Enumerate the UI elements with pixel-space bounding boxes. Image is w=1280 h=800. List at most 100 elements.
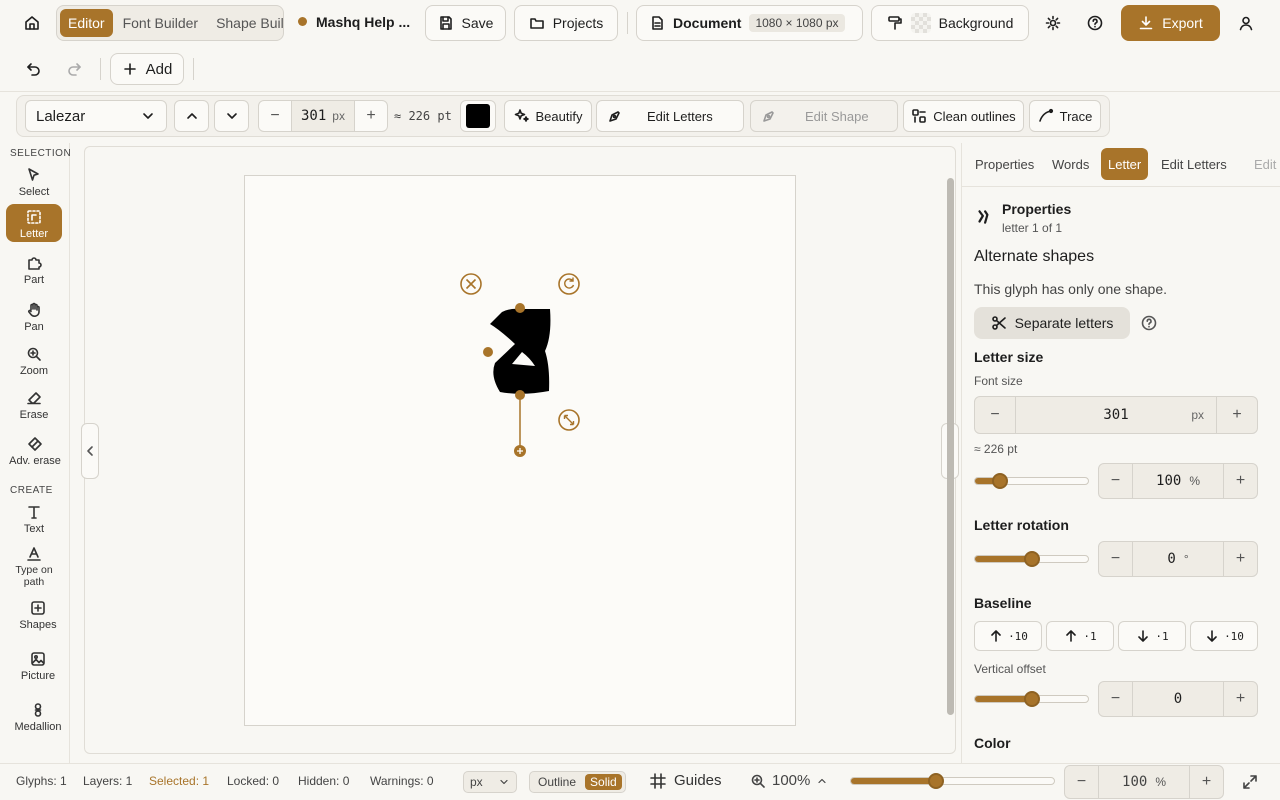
delete-handle-icon[interactable] (460, 273, 482, 295)
next-font-button[interactable] (214, 100, 249, 132)
zoom-field[interactable]: 100 % (1098, 766, 1190, 798)
export-button[interactable]: Export (1121, 5, 1220, 41)
scale-handle-icon[interactable] (558, 409, 580, 431)
tab-divider (962, 186, 1280, 187)
zoom-slider-knob[interactable] (928, 773, 945, 789)
scale-slider[interactable] (974, 473, 1089, 489)
decrease-scale-button[interactable]: − (1099, 464, 1132, 498)
increase-font-size-button[interactable]: + (1217, 397, 1257, 433)
tool-medallion[interactable]: Medallion (10, 702, 66, 733)
edit-shape-button[interactable]: Edit Shape (750, 100, 898, 132)
increase-offset-button[interactable]: + (1224, 682, 1257, 716)
hand-icon (26, 302, 42, 318)
background-button[interactable]: Background (871, 5, 1029, 41)
top-handle[interactable] (515, 303, 525, 313)
font-size-label: Font size (974, 374, 1023, 388)
vertical-offset-slider-knob[interactable] (1023, 691, 1040, 707)
tool-picture[interactable]: Picture (10, 651, 66, 682)
decrease-size-button[interactable]: − (259, 107, 291, 125)
tool-letter[interactable]: Letter (6, 204, 62, 242)
vertical-offset-slider[interactable] (974, 691, 1089, 707)
left-handle[interactable] (483, 347, 493, 357)
vertical-offset-field[interactable]: 0 (1132, 682, 1224, 716)
tab-edit-letters[interactable]: Edit Letters (1154, 148, 1234, 180)
baseline-down-1-button[interactable]: ·1 (1118, 621, 1186, 651)
tab-editor[interactable]: Editor (60, 9, 113, 37)
document-size: 1080 × 1080 px (749, 14, 845, 32)
selected-count: Selected: 1 (149, 774, 210, 788)
scale-slider-knob[interactable] (991, 473, 1008, 489)
rotate-handle-icon[interactable] (558, 273, 580, 295)
baseline-move-handle[interactable] (514, 445, 526, 457)
font-size-field[interactable]: 301 px (291, 101, 355, 131)
tab-letter[interactable]: Letter (1101, 148, 1149, 180)
letter-glyph[interactable] (490, 308, 551, 394)
document-button[interactable]: Document 1080 × 1080 px (636, 5, 863, 41)
increase-scale-button[interactable]: + (1224, 464, 1257, 498)
home-button[interactable] (16, 7, 48, 39)
zoom-menu[interactable]: 100% (750, 772, 828, 789)
undo-button[interactable] (18, 53, 50, 85)
guides-button[interactable]: Guides (650, 772, 722, 789)
solid-mode-button[interactable]: Solid (585, 774, 622, 790)
tool-erase[interactable]: Erase (6, 390, 62, 421)
tool-pan[interactable]: Pan (6, 302, 62, 333)
increase-size-button[interactable]: + (355, 107, 387, 125)
account-button[interactable] (1230, 7, 1262, 39)
type-path-icon (26, 546, 42, 562)
vertical-offset-label: Vertical offset (974, 662, 1046, 676)
collapse-left-button[interactable] (81, 423, 99, 479)
tab-words[interactable]: Words (1045, 148, 1096, 180)
project-name[interactable]: Mashq Help ... (316, 14, 410, 30)
increase-rotation-button[interactable]: + (1224, 542, 1257, 576)
settings-button[interactable] (1037, 7, 1069, 39)
font-select[interactable]: Lalezar (25, 100, 167, 132)
tool-adv-erase[interactable]: Adv. erase (4, 436, 66, 467)
decrease-rotation-button[interactable]: − (1099, 542, 1132, 576)
rotation-slider[interactable] (974, 551, 1089, 567)
add-button[interactable]: Add (110, 53, 184, 85)
trace-button[interactable]: Trace (1029, 100, 1101, 132)
tool-shapes[interactable]: Shapes (10, 600, 66, 631)
zoom-out-button[interactable]: − (1065, 766, 1098, 798)
redo-button[interactable] (58, 53, 90, 85)
save-button[interactable]: Save (425, 5, 506, 41)
rotation-slider-knob[interactable] (1023, 551, 1040, 567)
rotation-field[interactable]: 0 ° (1132, 542, 1224, 576)
font-size-field[interactable]: 301 px (1015, 397, 1217, 433)
fullscreen-icon[interactable] (1242, 774, 1258, 790)
tool-text[interactable]: Text (6, 504, 62, 535)
beautify-button[interactable]: Beautify (504, 100, 592, 132)
divider (100, 58, 101, 80)
fill-color-button[interactable] (460, 100, 496, 132)
separate-letters-button[interactable]: Separate letters (974, 307, 1130, 339)
bottom-handle[interactable] (515, 390, 525, 400)
tool-type-on-path[interactable]: Type on path (6, 546, 62, 588)
baseline-up-1-button[interactable]: ·1 (1046, 621, 1114, 651)
tab-font-builder[interactable]: Font Builder (115, 9, 206, 37)
tab-shape-builder[interactable]: Shape Builder (208, 9, 283, 37)
tool-zoom[interactable]: Zoom (6, 346, 62, 377)
zoom-in-button[interactable]: + (1190, 766, 1223, 798)
decrease-font-size-button[interactable]: − (975, 397, 1015, 433)
tab-edit[interactable]: Edit (1247, 148, 1280, 180)
unit-select[interactable]: px (463, 771, 517, 793)
help-button[interactable] (1079, 7, 1111, 39)
tab-properties[interactable]: Properties (968, 148, 1041, 180)
canvas-scrollbar[interactable] (947, 178, 954, 715)
decrease-offset-button[interactable]: − (1099, 682, 1132, 716)
scale-field[interactable]: 100 % (1132, 464, 1224, 498)
clean-outlines-button[interactable]: Clean outlines (903, 100, 1024, 132)
baseline-up-10-button[interactable]: ·10 (974, 621, 1042, 651)
edit-letters-button[interactable]: Edit Letters (596, 100, 744, 132)
help-icon[interactable] (1141, 315, 1157, 331)
tool-part[interactable]: Part (6, 255, 62, 286)
zoom-slider[interactable] (850, 773, 1055, 789)
projects-button[interactable]: Projects (514, 5, 618, 41)
tool-select[interactable]: Select (6, 167, 62, 198)
outline-mode-button[interactable]: Outline (532, 775, 582, 789)
create-heading: CREATE (10, 485, 53, 496)
plus-icon (122, 61, 138, 77)
baseline-down-10-button[interactable]: ·10 (1190, 621, 1258, 651)
previous-font-button[interactable] (174, 100, 209, 132)
